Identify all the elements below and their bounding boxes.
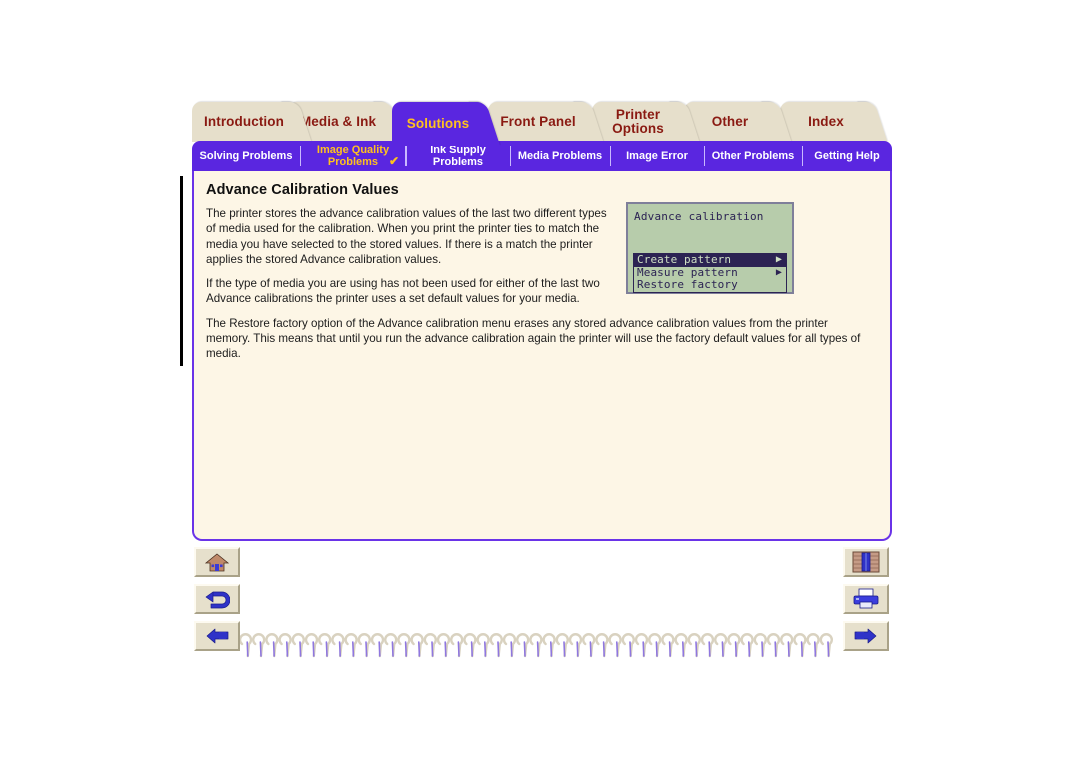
next-page-button[interactable] [843,621,889,651]
lcd-menu: Create pattern ▶ Measure pattern ▶ Resto… [633,253,787,293]
submenu-arrow-icon: ▶ [775,266,782,278]
tab-front-panel-label: Front Panel [500,113,576,129]
subtab-media-problems[interactable]: Media Problems [510,141,610,171]
tab-solutions[interactable]: Solutions [392,102,484,146]
tab-index-label: Index [808,113,844,129]
subtab-solving-problems[interactable]: Solving Problems [192,141,300,171]
tab-printer-options-label: Printer Options [612,106,664,136]
bookshelf-button[interactable] [843,547,889,577]
paragraph-3: The Restore factory option of the Advanc… [206,316,861,361]
paragraph-1: The printer stores the advance calibrati… [206,207,607,266]
subtab-image-quality-problems-label: Image Quality Problems [316,143,390,168]
subtab-media-problems-label: Media Problems [517,149,603,162]
lcd-menu-item-create-pattern-label: Create pattern [637,253,732,266]
home-button[interactable] [194,547,240,577]
lcd-menu-item-restore-factory: Restore factory [634,278,786,292]
change-bar [180,176,183,366]
tab-other-label: Other [711,113,749,129]
right-nav-button-stack [843,547,889,658]
paragraph-2: If the type of media you are using has n… [206,277,600,306]
tab-index[interactable]: Index [780,102,872,142]
help-viewer-page: Introduction Media & Ink Solutions Front… [0,0,1080,763]
body-text-column: The printer stores the advance calibrati… [206,206,618,307]
tab-introduction[interactable]: Introduction [192,102,296,142]
subtab-solving-problems-label: Solving Problems [199,149,293,162]
lcd-menu-item-restore-factory-label: Restore factory [637,278,738,291]
checkmark-icon: ✔ [388,154,399,168]
main-tab-strip: Introduction Media & Ink Solutions Front… [192,102,892,146]
tab-front-panel[interactable]: Front Panel [488,102,588,142]
front-panel-lcd-figure: Advance calibration Create pattern ▶ Mea… [626,202,794,294]
subtab-ink-supply-problems-label: Ink Supply Problems [430,143,486,168]
tab-solutions-label: Solutions [406,115,470,131]
tab-introduction-label: Introduction [204,113,284,129]
page-title: Advance Calibration Values [206,182,399,198]
previous-page-button[interactable] [194,621,240,651]
tab-printer-options[interactable]: Printer Options [592,102,684,142]
subtab-image-quality-problems[interactable]: Image Quality Problems ✔ [300,141,406,171]
left-nav-button-stack [194,547,240,658]
lcd-title: Advance calibration [634,210,764,223]
sub-tab-bar: Solving Problems Image Quality Problems … [192,141,892,171]
back-button[interactable] [194,584,240,614]
hand-right-icon [854,628,877,644]
hand-left-icon [206,628,229,644]
back-arrow-icon [205,591,230,609]
lcd-menu-item-measure-pattern-label: Measure pattern [637,265,738,279]
subtab-image-error-label: Image Error [626,149,688,162]
tab-media-and-ink-label: Media & Ink [299,113,377,129]
print-button[interactable] [843,584,889,614]
subtab-getting-help-label: Getting Help [814,149,880,162]
content-panel: Advance Calibration Values The printer s… [192,169,892,541]
spiral-binding [240,633,833,658]
submenu-arrow-icon: ▶ [775,254,782,265]
subtab-other-problems-label: Other Problems [711,149,795,162]
subtab-other-problems[interactable]: Other Problems [704,141,802,171]
subtab-getting-help[interactable]: Getting Help [802,141,892,171]
bookshelf-icon [852,551,880,573]
home-icon [205,553,229,572]
subtab-image-error[interactable]: Image Error [610,141,704,171]
printer-icon [853,588,879,609]
